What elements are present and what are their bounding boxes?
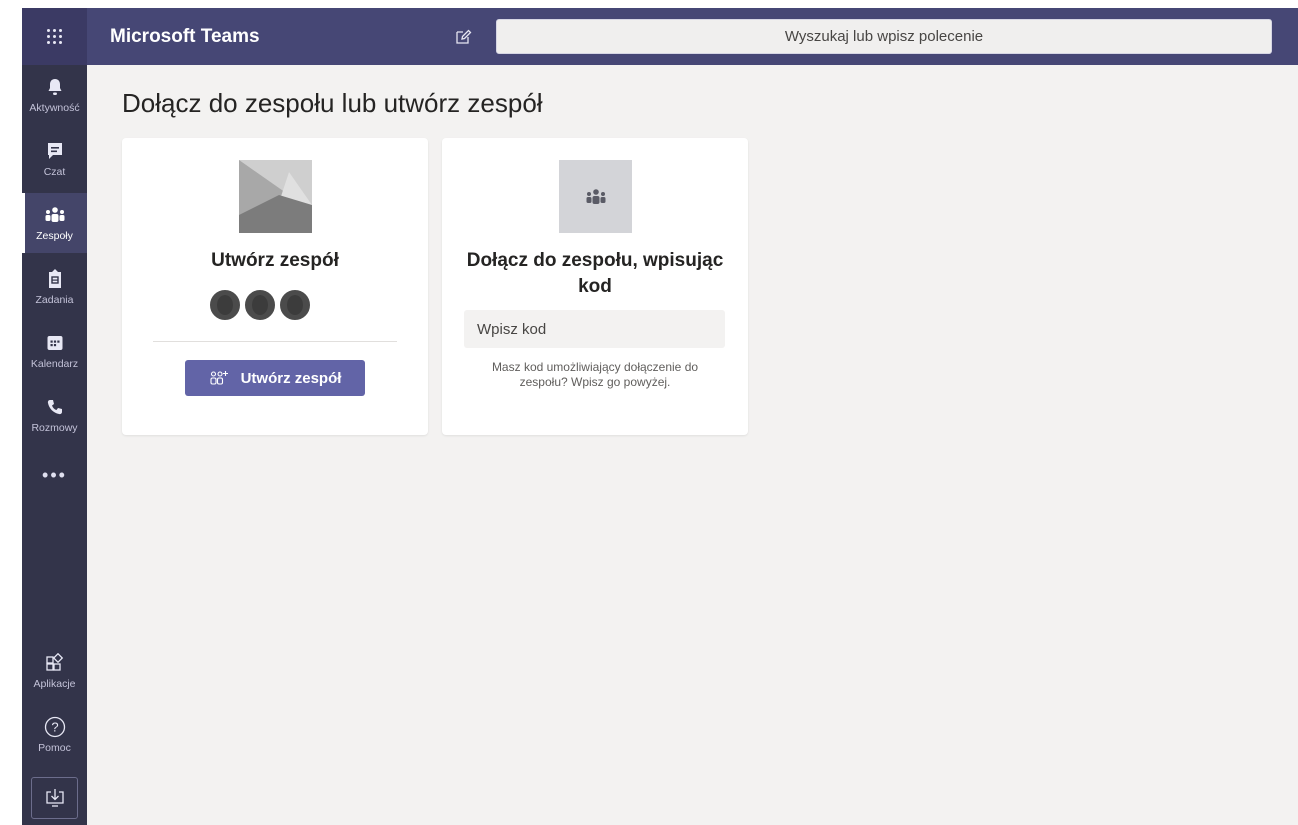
- bell-icon: [44, 76, 66, 98]
- download-app-button[interactable]: [31, 777, 78, 819]
- teams-window: Microsoft Teams Wyszukaj lub wpisz polec…: [22, 8, 1298, 825]
- rail-item-calls[interactable]: Rozmowy: [22, 385, 87, 445]
- team-code-input[interactable]: [464, 310, 725, 348]
- avatar: [208, 288, 242, 322]
- team-placeholder-image: [239, 160, 312, 233]
- apps-icon: [44, 652, 66, 674]
- create-team-button-label: Utwórz zespół: [240, 369, 342, 387]
- assignments-icon: [44, 268, 66, 290]
- rail-item-apps[interactable]: Aplikacje: [22, 641, 87, 701]
- phone-icon: [44, 396, 66, 418]
- rail-item-calendar[interactable]: Kalendarz: [22, 321, 87, 381]
- help-icon: ?: [44, 716, 66, 738]
- rail-item-label: Zadania: [35, 294, 74, 306]
- rail-item-teams[interactable]: Zespoły: [22, 193, 87, 253]
- rail-item-label: Kalendarz: [30, 358, 79, 370]
- waffle-icon: [47, 29, 62, 44]
- left-rail: Aktywność Czat Zespoły Zadania Kalendarz: [22, 65, 87, 825]
- app-launcher-button[interactable]: [22, 8, 87, 65]
- rail-item-label: Zespoły: [36, 230, 73, 242]
- chat-icon: [44, 140, 66, 162]
- rail-item-activity[interactable]: Aktywność: [22, 65, 87, 125]
- avatar: [243, 288, 277, 322]
- join-team-title: Dołącz do zespołu, wpisując kod: [466, 250, 724, 297]
- add-team-icon: [209, 370, 229, 386]
- rail-item-label: Czat: [43, 166, 66, 178]
- join-team-card: Dołącz do zespołu, wpisując kod Masz kod…: [442, 138, 748, 435]
- create-team-card: Utwórz zespół Utwórz zespół: [122, 138, 428, 435]
- rail-item-label: Pomoc: [38, 742, 71, 754]
- rail-item-help[interactable]: ? Pomoc: [22, 705, 87, 765]
- more-apps-button[interactable]: •••: [22, 465, 87, 497]
- teams-icon: [586, 188, 605, 204]
- svg-text:?: ?: [51, 720, 58, 735]
- rail-item-label: Aplikacje: [33, 678, 76, 690]
- member-avatars: [208, 288, 313, 322]
- new-chat-button[interactable]: [450, 24, 476, 50]
- calendar-icon: [44, 332, 66, 354]
- create-team-button[interactable]: Utwórz zespół: [185, 360, 365, 396]
- app-title: Microsoft Teams: [110, 26, 260, 47]
- rail-item-chat[interactable]: Czat: [22, 129, 87, 189]
- page-title: Dołącz do zespołu lub utwórz zespół: [122, 88, 543, 118]
- download-icon: [45, 789, 64, 807]
- compose-icon: [456, 29, 472, 44]
- avatar: [278, 288, 312, 322]
- rail-item-assignments[interactable]: Zadania: [22, 257, 87, 317]
- join-hint: Masz kod umożliwiający dołączenie do zes…: [491, 360, 699, 389]
- join-team-image: [559, 160, 632, 233]
- search-input[interactable]: Wyszukaj lub wpisz polecenie: [496, 19, 1272, 54]
- divider: [153, 341, 397, 342]
- create-team-title: Utwórz zespół: [211, 250, 339, 271]
- top-bar: Microsoft Teams Wyszukaj lub wpisz polec…: [22, 8, 1298, 65]
- rail-item-label: Rozmowy: [31, 422, 78, 434]
- teams-icon: [44, 204, 66, 226]
- rail-item-label: Aktywność: [29, 102, 80, 114]
